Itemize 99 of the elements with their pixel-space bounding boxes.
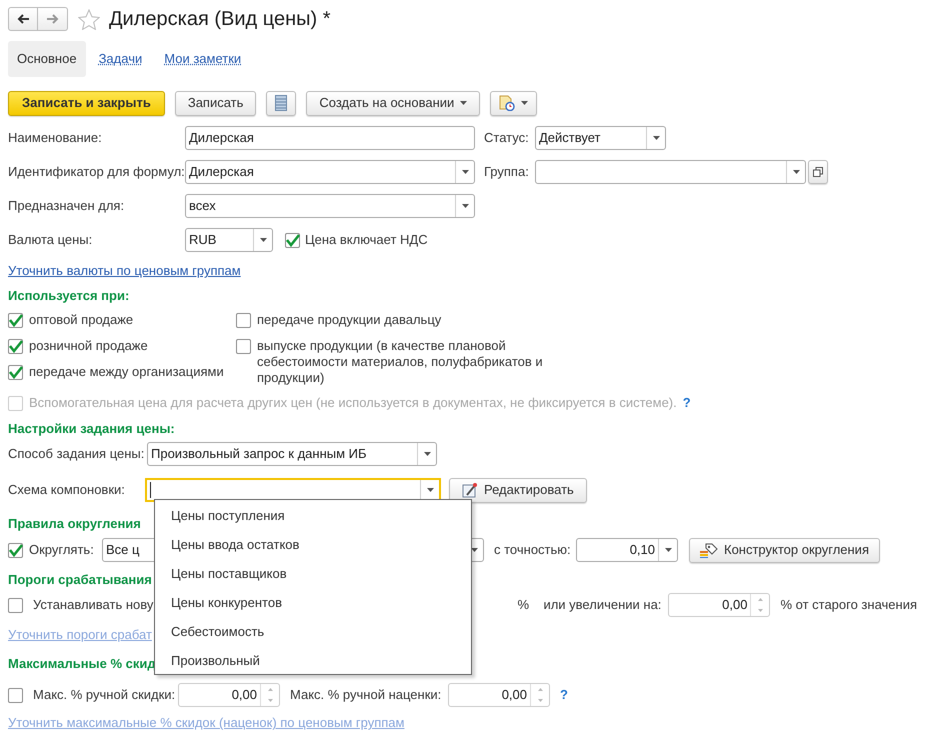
checkbox[interactable] <box>8 542 23 558</box>
print-menu-button[interactable] <box>490 90 538 116</box>
caret-icon <box>462 170 468 174</box>
create-based-on-button[interactable]: Создать на основании <box>306 90 480 116</box>
field-label: % от старого значения <box>780 596 917 614</box>
checkbox-label: оптовой продаже <box>29 311 134 330</box>
spin-up-icon <box>538 688 542 691</box>
section-title: Пороги срабатывания <box>8 571 152 590</box>
field-label: Валюта цены: <box>8 231 94 250</box>
dropdown-item[interactable]: Цены поставщиков <box>155 559 471 588</box>
caret-icon <box>664 548 672 552</box>
caret-icon <box>424 452 430 456</box>
number-field[interactable]: 0,00 <box>448 683 550 707</box>
checkbox[interactable] <box>236 339 251 354</box>
left-arrow-icon <box>17 14 29 24</box>
checkbox-label: розничной продаже <box>29 337 148 356</box>
price-tag-icon <box>700 542 718 558</box>
currency-groups-link[interactable]: Уточнить валюты по ценовым группам <box>8 261 241 281</box>
check-icon <box>8 366 22 378</box>
checkbox-label: Макс. % ручной скидки: <box>33 686 176 704</box>
caret-icon <box>792 170 800 174</box>
checkbox[interactable] <box>8 312 23 328</box>
dropdown-item[interactable]: Цены ввода остатков <box>155 530 471 559</box>
document-clock-icon <box>499 95 516 111</box>
checkbox-label: Устанавливать нову <box>33 596 154 614</box>
input-field[interactable]: Дилерская <box>185 126 475 150</box>
edit-button[interactable]: Редактировать <box>449 478 587 502</box>
checkbox-label: выпуске продукции (в качестве плановой себестоимости материалов, полуфабрикатов и продукции) <box>257 338 544 386</box>
section-title: Правила округления <box>8 515 141 534</box>
tab[interactable]: Задачи <box>90 41 152 77</box>
field-label: Группа: <box>484 163 530 182</box>
spin-down-icon <box>758 609 763 612</box>
select-field[interactable]: Дилерская <box>185 160 475 184</box>
star-icon[interactable] <box>78 8 100 30</box>
dropdown-item[interactable]: Цены поступления <box>155 501 471 530</box>
select-field[interactable]: Действует <box>535 126 666 150</box>
field-label: Статус: <box>484 129 530 148</box>
caret-icon <box>652 136 660 140</box>
open-button[interactable] <box>808 160 828 184</box>
tab[interactable]: Мои заметки <box>155 41 250 77</box>
field-label: Идентификатор для формул: <box>8 163 185 182</box>
percent-label: % <box>517 596 530 614</box>
checkbox[interactable] <box>285 232 300 248</box>
text-cursor-icon <box>150 482 152 498</box>
save-button[interactable]: Записать <box>174 90 256 116</box>
caret-icon <box>426 488 434 492</box>
save-and-close-button[interactable]: Записать и закрыть <box>8 90 165 116</box>
right-arrow-icon <box>46 14 58 24</box>
field-label: с точностью: <box>494 541 572 560</box>
checkbox[interactable] <box>8 598 23 612</box>
dropdown-item[interactable]: Себестоимость <box>155 617 471 646</box>
select-field[interactable]: Произвольный запрос к данным ИБ <box>147 442 437 466</box>
checkbox[interactable] <box>8 338 23 354</box>
checkbox-label: передаче продукции давальцу <box>257 312 442 328</box>
dropdown-item[interactable]: Цены конкурентов <box>155 588 471 617</box>
windows-icon <box>813 167 823 177</box>
check-icon <box>286 234 300 246</box>
field-label: Предназначен для: <box>8 197 126 216</box>
back-button[interactable] <box>8 7 38 31</box>
checkbox-label: Вспомогательная цена для расчета других цен (не используется в документах, не фиксируется в системе). <box>29 394 677 412</box>
spin-down-icon <box>268 699 272 702</box>
select-field[interactable]: всех <box>185 194 475 218</box>
checkbox[interactable] <box>8 364 23 380</box>
number-field[interactable]: 0,00 <box>178 683 280 707</box>
section-title: Используется при: <box>8 287 130 306</box>
checkbox-label: Цена включает НДС <box>305 231 428 250</box>
field-label: Наименование: <box>8 129 103 148</box>
caret-icon <box>260 238 266 242</box>
field-label: или увеличении на: <box>543 596 662 614</box>
section-title: Настройки задания цены: <box>8 420 175 438</box>
field-label: Способ задания цены: <box>8 445 146 464</box>
rounding-constructor-button[interactable]: Конструктор округления <box>689 538 880 562</box>
checkbox-label: передаче между организациями <box>29 363 224 382</box>
caret-icon <box>521 101 528 105</box>
caret-icon <box>462 204 468 208</box>
tab[interactable]: Основное <box>8 41 86 77</box>
caret-icon <box>460 101 468 105</box>
select-field[interactable]: 0,10 <box>576 538 678 562</box>
dropdown-item[interactable]: Произвольный <box>155 646 471 675</box>
spin-up-icon <box>268 688 272 691</box>
check-icon <box>8 340 22 352</box>
checkbox[interactable] <box>8 688 23 702</box>
spin-up-icon <box>758 598 763 601</box>
field-label: Макс. % ручной наценки: <box>290 686 442 704</box>
caret-icon <box>470 548 478 552</box>
check-icon <box>8 544 22 556</box>
window-title: Дилерская (Вид цены) * <box>109 7 331 32</box>
select-field[interactable]: RUB <box>185 228 273 252</box>
wand-icon <box>462 482 478 498</box>
select-field[interactable] <box>535 160 806 184</box>
field-label: Схема компоновки: <box>8 481 126 500</box>
checkbox-label: Округлять: <box>29 541 95 560</box>
number-field[interactable]: 0,00 <box>668 593 770 617</box>
help-link[interactable]: ? <box>560 685 568 705</box>
list-icon <box>275 95 288 111</box>
spin-down-icon <box>538 699 542 702</box>
checkbox[interactable] <box>236 313 251 328</box>
check-icon <box>8 314 22 326</box>
list-button[interactable] <box>266 90 296 116</box>
